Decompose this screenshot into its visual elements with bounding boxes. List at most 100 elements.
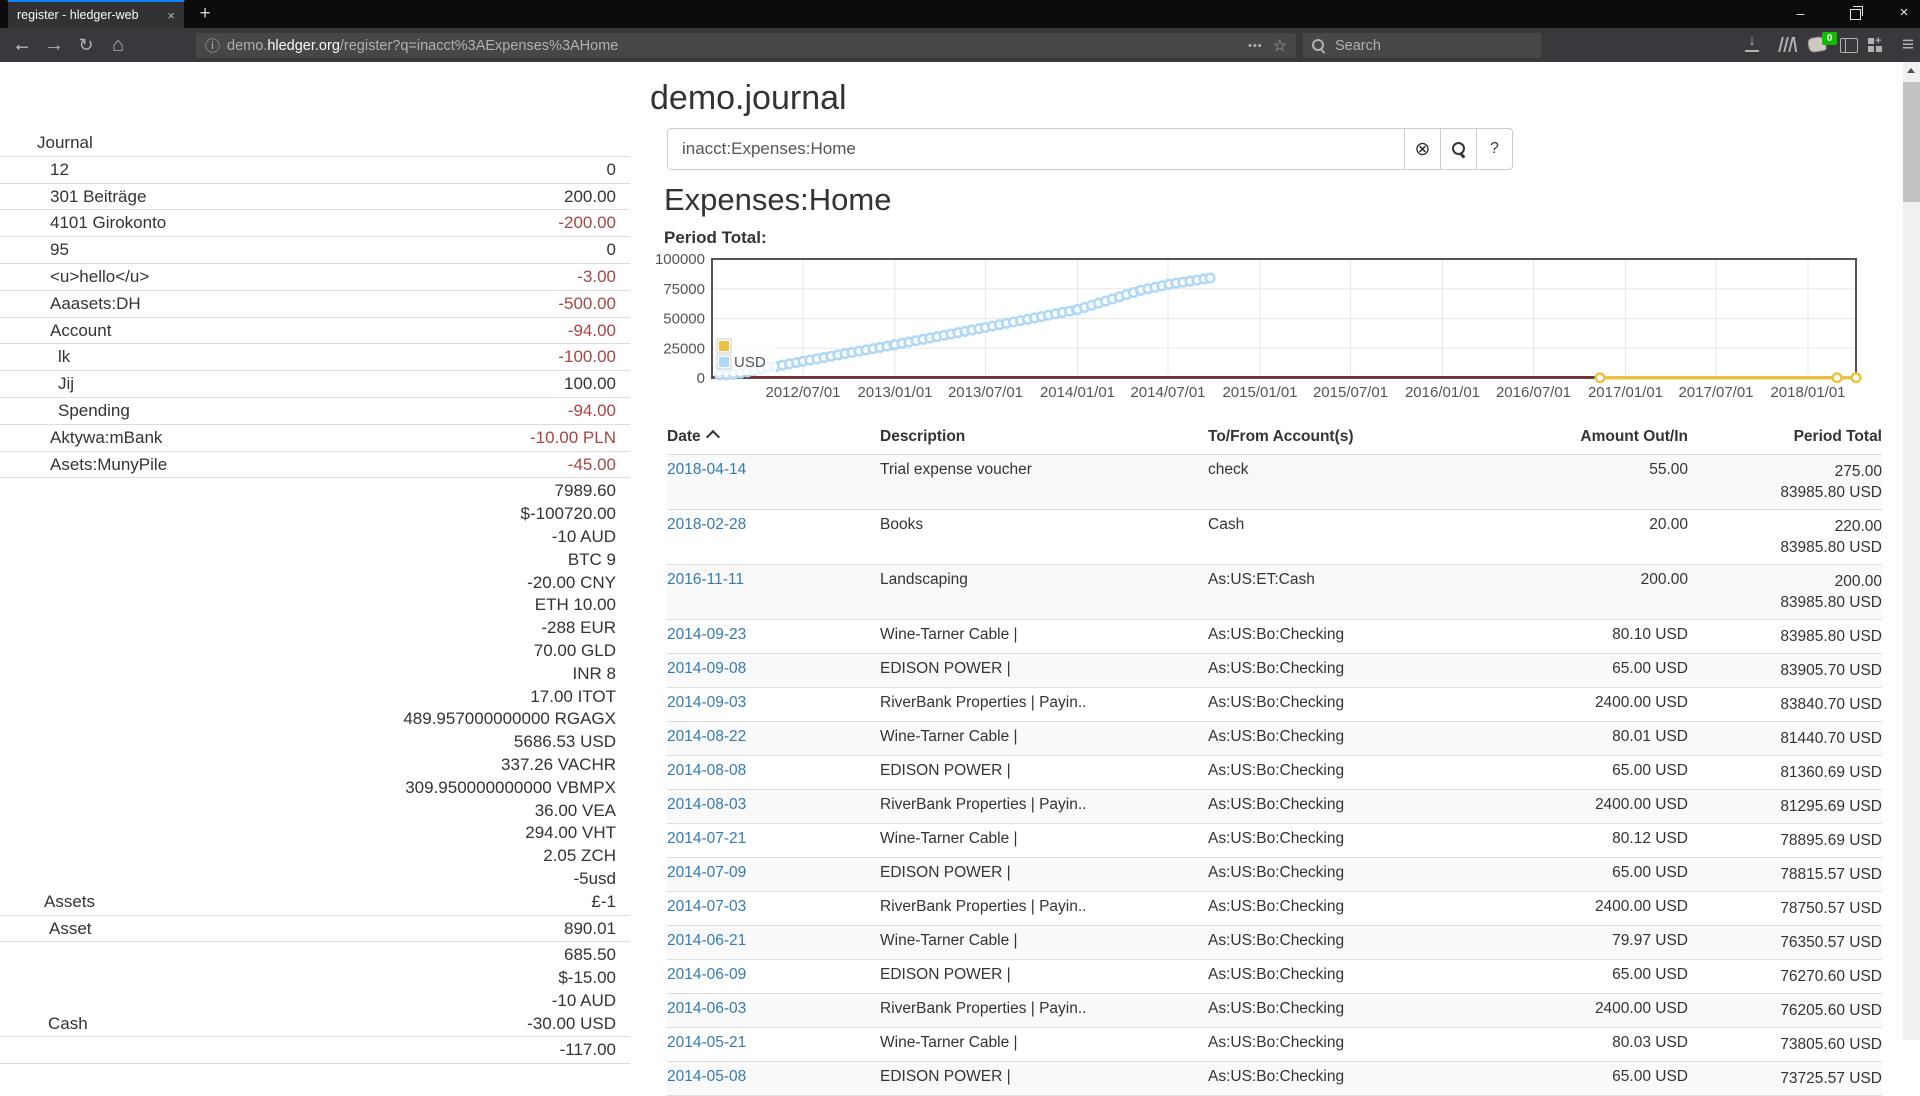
browser-tab[interactable]: register - hledger-web ×: [8, 0, 184, 28]
help-button[interactable]: ?: [1476, 128, 1513, 170]
sort-caret-up-icon: [706, 430, 720, 444]
transaction-date-link[interactable]: 2014-09-23: [667, 626, 746, 643]
page-title: demo.journal: [650, 79, 847, 118]
transaction-date-link[interactable]: 2014-07-03: [667, 898, 746, 915]
transaction-row: 2014-07-03RiverBank Properties | Payin..…: [667, 892, 1882, 926]
transaction-description: Wine-Tarner Cable |: [880, 722, 1208, 756]
library-button[interactable]: [1779, 37, 1795, 57]
account-row: Jij100.00: [0, 371, 630, 398]
account-row: Asset 890.01: [0, 916, 630, 943]
transaction-amount: 55.00: [1518, 455, 1700, 510]
transaction-date-link[interactable]: 2014-05-21: [667, 1034, 746, 1051]
back-button[interactable]: ←: [8, 31, 36, 59]
account-link[interactable]: Cash: [0, 1013, 88, 1036]
scrollbar-up-arrow[interactable]: [1903, 62, 1920, 79]
transaction-row: 2014-07-09EDISON POWER |As:US:Bo:Checkin…: [667, 858, 1882, 892]
browser-search-bar[interactable]: [1303, 33, 1541, 58]
svg-text:2014/01/01: 2014/01/01: [1040, 384, 1115, 401]
transaction-account: As:US:Bo:Checking: [1208, 790, 1518, 824]
account-row: Spending-94.00: [0, 398, 630, 425]
account-balance: 890.01: [564, 918, 616, 941]
forward-button[interactable]: →: [40, 31, 68, 59]
account-link[interactable]: Assets: [0, 891, 95, 914]
downloads-button[interactable]: ↓: [1745, 36, 1759, 57]
sidebars-button[interactable]: [1840, 38, 1858, 58]
transaction-description: Wine-Tarner Cable |: [880, 824, 1208, 858]
account-balance: 200.00: [564, 186, 616, 209]
col-date[interactable]: Date: [667, 420, 880, 455]
account-row: Journal: [0, 130, 630, 157]
period-total: 81440.70 USD: [1700, 722, 1882, 756]
transaction-date-link[interactable]: 2014-09-08: [667, 660, 746, 677]
clear-query-button[interactable]: ⊗: [1404, 128, 1441, 170]
account-link[interactable]: Jij: [0, 373, 74, 396]
scrollbar-thumb[interactable]: [1903, 82, 1920, 202]
account-link[interactable]: Account: [0, 320, 111, 343]
register-table-container: Date Description To/From Account(s) Amou…: [667, 420, 1882, 1096]
transaction-date-link[interactable]: 2018-04-14: [667, 461, 746, 478]
home-button[interactable]: ⌂: [104, 31, 132, 59]
account-link[interactable]: 4101 Girokonto: [0, 212, 166, 235]
transaction-row: 2014-06-03RiverBank Properties | Payin..…: [667, 994, 1882, 1028]
transaction-account: As:US:Bo:Checking: [1208, 1062, 1518, 1096]
transaction-account: As:US:ET:Cash: [1208, 565, 1518, 620]
period-total: 83905.70 USD: [1700, 654, 1882, 688]
account-link[interactable]: Asset: [0, 918, 92, 941]
account-balance: 0: [607, 239, 616, 262]
transaction-account: As:US:Bo:Checking: [1208, 620, 1518, 654]
bookmark-star-icon[interactable]: ☆: [1273, 36, 1287, 56]
period-total: 275.0083985.80 USD: [1700, 455, 1882, 510]
transaction-row: 2018-02-28BooksCash20.00220.0083985.80 U…: [667, 510, 1882, 565]
transaction-account: Cash: [1208, 510, 1518, 565]
period-total: 81360.69 USD: [1700, 756, 1882, 790]
browser-search-input[interactable]: [1333, 37, 1517, 55]
transaction-date-link[interactable]: 2014-06-21: [667, 932, 746, 949]
account-link[interactable]: Aktywa:mBank: [0, 427, 162, 450]
transaction-date-link[interactable]: 2014-06-09: [667, 966, 746, 983]
new-tab-button[interactable]: +: [192, 1, 218, 27]
transaction-amount: 80.03 USD: [1518, 1028, 1700, 1062]
page-scrollbar[interactable]: [1903, 62, 1920, 1040]
transaction-row: 2014-08-03RiverBank Properties | Payin..…: [667, 790, 1882, 824]
account-link[interactable]: <u>hello</u>: [0, 266, 149, 289]
transaction-date-link[interactable]: 2014-05-08: [667, 1068, 746, 1085]
menu-button[interactable]: ≡: [1896, 31, 1920, 59]
account-link[interactable]: Aaasets:DH: [0, 293, 141, 316]
transaction-date-link[interactable]: 2014-07-21: [667, 830, 746, 847]
extension-button[interactable]: 0: [1808, 37, 1826, 57]
search-button[interactable]: [1440, 128, 1477, 170]
account-link[interactable]: Spending: [0, 400, 130, 423]
account-balance: -10.00 PLN: [530, 427, 616, 450]
pocket-grid-button[interactable]: +: [1868, 38, 1883, 58]
transaction-date-link[interactable]: 2018-02-28: [667, 516, 746, 533]
transaction-date-link[interactable]: 2014-08-22: [667, 728, 746, 745]
account-link[interactable]: Journal: [0, 132, 93, 155]
transaction-date-link[interactable]: 2014-09-03: [667, 694, 746, 711]
transaction-date-link[interactable]: 2014-06-03: [667, 1000, 746, 1017]
chart-canvas: 02500050000750001000002012/07/012013/01/…: [650, 251, 1890, 405]
col-period-total: Period Total: [1700, 420, 1882, 455]
account-link[interactable]: 95: [0, 239, 69, 262]
account-link[interactable]: 301 Beiträge: [0, 186, 146, 209]
transaction-date-link[interactable]: 2014-08-03: [667, 796, 746, 813]
transaction-description: Wine-Tarner Cable |: [880, 926, 1208, 960]
window-restore-button[interactable]: [1833, 0, 1878, 27]
period-total: 76205.60 USD: [1700, 994, 1882, 1028]
transaction-date-link[interactable]: 2014-08-08: [667, 762, 746, 779]
site-info-icon[interactable]: ⓘ: [205, 35, 220, 56]
transaction-date-link[interactable]: 2014-07-09: [667, 864, 746, 881]
svg-text:100000: 100000: [655, 251, 705, 268]
account-link[interactable]: Asets:MunyPile: [0, 454, 167, 477]
reload-button[interactable]: ↻: [72, 31, 100, 59]
window-minimize-button[interactable]: –: [1778, 0, 1823, 27]
tab-close-icon[interactable]: ×: [167, 8, 175, 23]
transaction-date-link[interactable]: 2016-11-11: [667, 571, 744, 588]
url-bar[interactable]: ⓘ demo.hledger.org/register?q=inacct%3AE…: [196, 33, 1296, 58]
transaction-account: As:US:Bo:Checking: [1208, 960, 1518, 994]
window-close-button[interactable]: ×: [1888, 0, 1920, 27]
page-actions-icon[interactable]: •••: [1248, 40, 1263, 52]
query-input[interactable]: [667, 128, 1405, 170]
account-link[interactable]: 12: [0, 159, 69, 182]
sidebar-toggle-icon: [1840, 38, 1858, 53]
account-link[interactable]: lk: [0, 346, 70, 369]
